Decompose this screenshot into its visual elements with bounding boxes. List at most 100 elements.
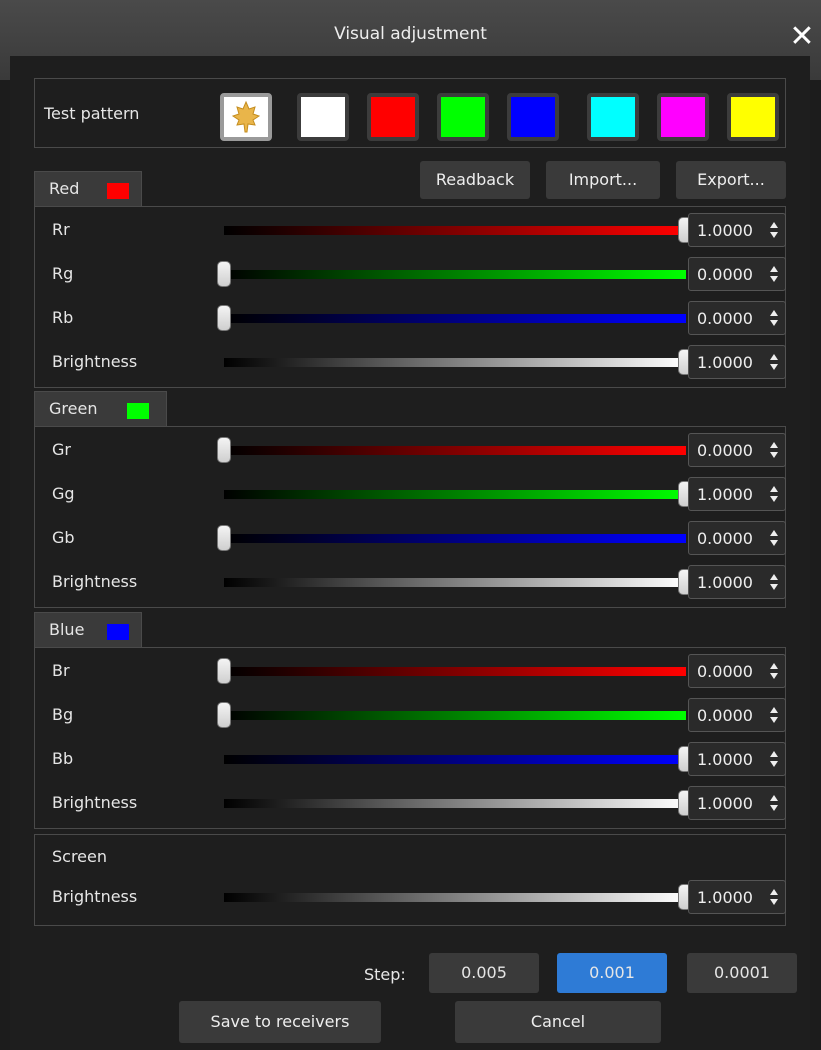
value-spinbox[interactable]: 0.0000: [688, 257, 786, 291]
maple-leaf-icon: [231, 100, 261, 133]
save-to-receivers-button[interactable]: Save to receivers: [179, 1001, 381, 1043]
slider-thumb[interactable]: [217, 261, 231, 287]
value-text: 0.0000: [697, 309, 753, 328]
slider-label: Br: [52, 661, 70, 680]
spin-arrows-icon[interactable]: [769, 792, 779, 814]
value-text: 0.0000: [697, 441, 753, 460]
value-text: 0.0000: [697, 265, 753, 284]
value-text: 1.0000: [697, 794, 753, 813]
spin-arrows-icon[interactable]: [769, 439, 779, 461]
spin-arrows-icon[interactable]: [769, 307, 779, 329]
value-text: 1.0000: [697, 485, 753, 504]
group-panel-red: Rr 1.0000 Rg 0.0000 Rb 0.0000 Brightness 1.0000: [34, 206, 786, 388]
group-panel-green: Gr 0.0000 Gg 1.0000 Gb 0.0000 Brightness 1.0000: [34, 426, 786, 608]
slider-row: Brightness 1.0000: [35, 783, 787, 823]
tab-red[interactable]: Red: [34, 171, 142, 207]
value-spinbox[interactable]: 0.0000: [688, 698, 786, 732]
slider-row: Rr 1.0000: [35, 210, 787, 250]
slider-track[interactable]: [224, 755, 686, 764]
test-pattern-swatch-green[interactable]: [437, 93, 489, 141]
slider-track[interactable]: [224, 667, 686, 676]
value-spinbox[interactable]: 1.0000: [688, 477, 786, 511]
readback-button[interactable]: Readback: [420, 161, 530, 199]
value-spinbox[interactable]: 0.0000: [688, 433, 786, 467]
slider-row: Rg 0.0000: [35, 254, 787, 294]
test-pattern-swatch-logo[interactable]: [220, 93, 272, 141]
screen-title: Screen: [52, 847, 108, 866]
tab-blue[interactable]: Blue: [34, 612, 142, 648]
slider-label: Rb: [52, 308, 74, 327]
screen-panel: Screen Brightness 1.0000: [34, 834, 786, 926]
value-text: 0.0000: [697, 706, 753, 725]
value-spinbox[interactable]: 0.0000: [688, 521, 786, 555]
slider-track[interactable]: [224, 446, 686, 455]
spin-arrows-icon[interactable]: [769, 660, 779, 682]
slider-thumb[interactable]: [217, 658, 231, 684]
test-pattern-swatch-yellow[interactable]: [727, 93, 779, 141]
spin-arrows-icon[interactable]: [769, 886, 779, 908]
slider-label: Brightness: [52, 887, 138, 906]
export-button[interactable]: Export...: [676, 161, 786, 199]
value-spinbox[interactable]: 1.0000: [688, 345, 786, 379]
value-spinbox[interactable]: 1.0000: [688, 213, 786, 247]
value-spinbox[interactable]: 0.0000: [688, 654, 786, 688]
spin-arrows-icon[interactable]: [769, 483, 779, 505]
slider-thumb[interactable]: [217, 525, 231, 551]
spin-arrows-icon[interactable]: [769, 219, 779, 241]
spin-arrows-icon[interactable]: [769, 351, 779, 373]
cancel-button[interactable]: Cancel: [455, 1001, 661, 1043]
value-text: 1.0000: [697, 750, 753, 769]
step-option-0-0001[interactable]: 0.0001: [687, 953, 797, 993]
slider-track[interactable]: [224, 490, 686, 499]
test-pattern-swatch-cyan[interactable]: [587, 93, 639, 141]
step-label: Step:: [364, 965, 406, 984]
slider-row: Gr 0.0000: [35, 430, 787, 470]
test-pattern-panel: Test pattern: [34, 78, 786, 148]
tab-green[interactable]: Green: [34, 391, 167, 427]
spin-arrows-icon[interactable]: [769, 571, 779, 593]
slider-label: Brightness: [52, 352, 138, 371]
value-spinbox[interactable]: 0.0000: [688, 301, 786, 335]
slider-track[interactable]: [224, 226, 686, 235]
color-chip: [107, 183, 129, 199]
value-spinbox[interactable]: 1.0000: [688, 742, 786, 776]
spin-arrows-icon[interactable]: [769, 748, 779, 770]
slider-track[interactable]: [224, 578, 686, 587]
import-button[interactable]: Import...: [546, 161, 660, 199]
slider-thumb[interactable]: [217, 437, 231, 463]
test-pattern-swatch-white[interactable]: [297, 93, 349, 141]
test-pattern-swatch-red[interactable]: [367, 93, 419, 141]
slider-track[interactable]: [224, 893, 686, 902]
slider-track[interactable]: [224, 358, 686, 367]
spin-arrows-icon[interactable]: [769, 263, 779, 285]
slider-row: Br 0.0000: [35, 651, 787, 691]
value-text: 0.0000: [697, 662, 753, 681]
slider-track[interactable]: [224, 534, 686, 543]
slider-label: Brightness: [52, 793, 138, 812]
slider-label: Bb: [52, 749, 74, 768]
slider-track[interactable]: [224, 314, 686, 323]
slider-thumb[interactable]: [217, 702, 231, 728]
test-pattern-swatch-magenta[interactable]: [657, 93, 709, 141]
slider-label: Gr: [52, 440, 71, 459]
slider-label: Bg: [52, 705, 74, 724]
value-spinbox[interactable]: 1.0000: [688, 880, 786, 914]
slider-label: Rg: [52, 264, 74, 283]
slider-row: Rb 0.0000: [35, 298, 787, 338]
spin-arrows-icon[interactable]: [769, 704, 779, 726]
value-spinbox[interactable]: 1.0000: [688, 786, 786, 820]
slider-label: Rr: [52, 220, 70, 239]
value-text: 1.0000: [697, 353, 753, 372]
value-spinbox[interactable]: 1.0000: [688, 565, 786, 599]
close-icon[interactable]: ✕: [787, 20, 817, 54]
step-option-0-001[interactable]: 0.001: [557, 953, 667, 993]
test-pattern-swatch-blue[interactable]: [507, 93, 559, 141]
slider-thumb[interactable]: [217, 305, 231, 331]
step-option-0-005[interactable]: 0.005: [429, 953, 539, 993]
slider-track[interactable]: [224, 270, 686, 279]
slider-label: Gg: [52, 484, 75, 503]
color-chip: [107, 624, 129, 640]
slider-track[interactable]: [224, 711, 686, 720]
slider-track[interactable]: [224, 799, 686, 808]
spin-arrows-icon[interactable]: [769, 527, 779, 549]
